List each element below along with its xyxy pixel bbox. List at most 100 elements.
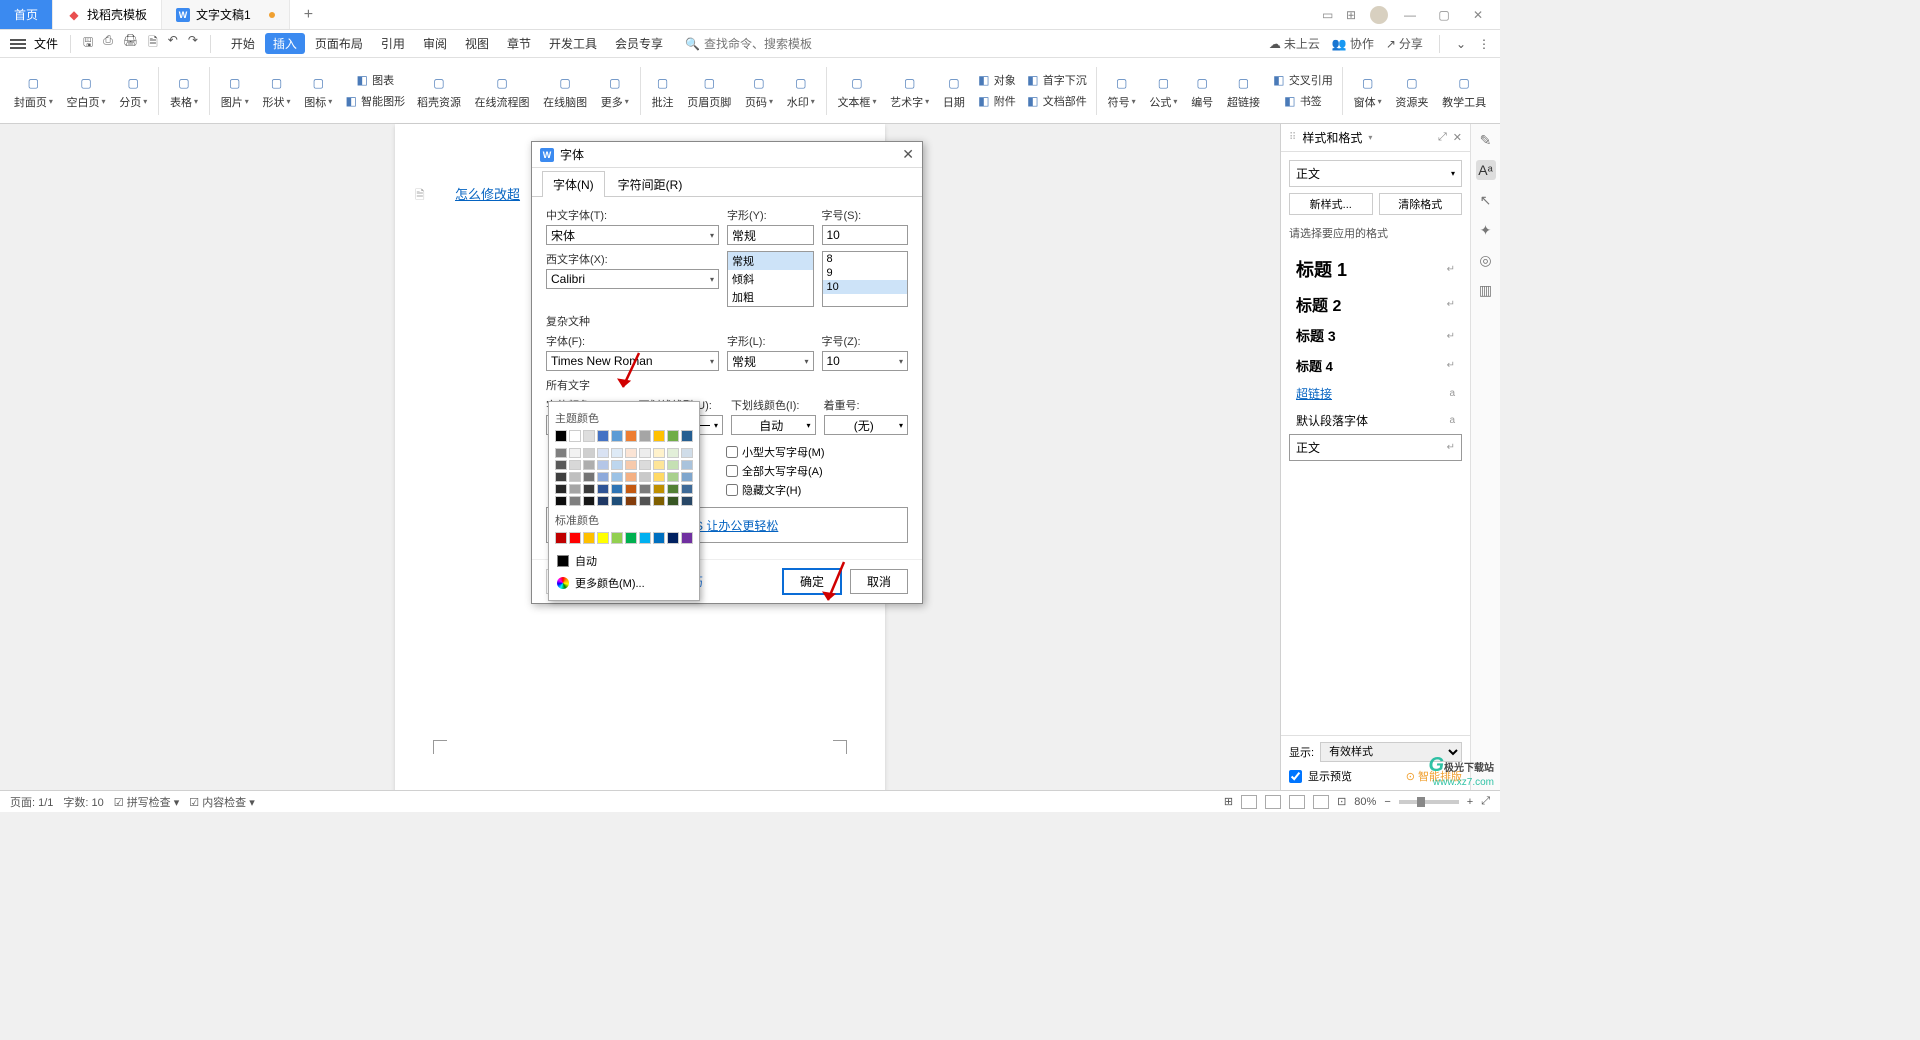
color-swatch[interactable] <box>625 430 637 442</box>
fullscreen-icon[interactable]: ⤢ <box>1481 795 1490 808</box>
color-swatch[interactable] <box>667 532 679 544</box>
cloud-status[interactable]: ☁ 未上云 <box>1269 35 1320 52</box>
style-entry[interactable]: 标题 4↵ <box>1289 351 1462 380</box>
hidden-checkbox[interactable] <box>726 484 738 496</box>
color-swatch[interactable] <box>583 448 595 458</box>
ribbon-tab-0[interactable]: 开始 <box>223 33 263 54</box>
undo-icon[interactable]: ↶ <box>168 33 178 54</box>
color-swatch[interactable] <box>597 460 609 470</box>
auto-color-option[interactable]: 自动 <box>555 550 693 572</box>
color-swatch[interactable] <box>681 484 693 494</box>
ribbon-资源夹[interactable]: ▢资源夹 <box>1390 70 1435 112</box>
color-swatch[interactable] <box>681 460 693 470</box>
ribbon-tab-8[interactable]: 会员专享 <box>607 33 671 54</box>
color-swatch[interactable] <box>667 448 679 458</box>
ribbon-窗体[interactable]: ▢窗体▾ <box>1348 70 1388 112</box>
cn-font-combo[interactable]: 宋体▾ <box>546 225 719 245</box>
style-listbox[interactable]: 常规倾斜加粗 <box>727 251 814 307</box>
size-input[interactable]: 10 <box>822 225 909 245</box>
home-tab[interactable]: 首页 <box>0 0 53 29</box>
color-swatch[interactable] <box>625 460 637 470</box>
color-swatch[interactable] <box>611 484 623 494</box>
color-swatch[interactable] <box>667 430 679 442</box>
color-swatch[interactable] <box>681 496 693 506</box>
ribbon-文档部件[interactable]: ◧文档部件 <box>1022 91 1091 111</box>
color-swatch[interactable] <box>625 496 637 506</box>
char-spacing-tab[interactable]: 字符间距(R) <box>607 171 694 197</box>
color-swatch[interactable] <box>569 460 581 470</box>
redo-icon[interactable]: ↷ <box>188 33 198 54</box>
color-swatch[interactable] <box>667 484 679 494</box>
color-swatch[interactable] <box>569 532 581 544</box>
tool-shape-icon[interactable]: ✦ <box>1476 220 1496 240</box>
color-swatch[interactable] <box>639 430 651 442</box>
style-entry[interactable]: 标题 2↵ <box>1289 287 1462 321</box>
size-option[interactable]: 9 <box>823 266 908 280</box>
ribbon-对象[interactable]: ◧对象 <box>973 70 1020 90</box>
word-count[interactable]: 字数: 10 <box>63 794 103 810</box>
ribbon-超链接[interactable]: ▢超链接 <box>1221 70 1266 112</box>
user-avatar-icon[interactable] <box>1370 6 1388 24</box>
color-swatch[interactable] <box>611 448 623 458</box>
color-swatch[interactable] <box>681 430 693 442</box>
close-panel-icon[interactable]: ✕ <box>1453 131 1462 144</box>
color-swatch[interactable] <box>653 448 665 458</box>
color-swatch[interactable] <box>569 496 581 506</box>
view-mode-3[interactable] <box>1289 795 1305 809</box>
color-swatch[interactable] <box>611 472 623 482</box>
color-swatch[interactable] <box>625 532 637 544</box>
style-entry[interactable]: 默认段落字体a <box>1289 407 1462 434</box>
ribbon-符号[interactable]: ▢符号▾ <box>1102 70 1142 112</box>
color-swatch[interactable] <box>555 484 567 494</box>
color-swatch[interactable] <box>597 532 609 544</box>
ribbon-文本框[interactable]: ▢文本框▾ <box>832 70 883 112</box>
color-swatch[interactable] <box>555 496 567 506</box>
emphasis-dropdown[interactable]: (无)▾ <box>824 415 909 435</box>
color-swatch[interactable] <box>625 448 637 458</box>
style-option[interactable]: 加粗 <box>728 288 813 306</box>
tool-select-icon[interactable]: ↖ <box>1476 190 1496 210</box>
current-style-display[interactable]: 正文▾ <box>1289 160 1462 187</box>
view-mode-2[interactable] <box>1265 795 1281 809</box>
color-swatch[interactable] <box>681 472 693 482</box>
show-preview-checkbox[interactable] <box>1289 770 1302 783</box>
ribbon-更多[interactable]: ▢更多▾ <box>595 70 635 112</box>
style-entry[interactable]: 超链接a <box>1289 380 1462 407</box>
document-tab[interactable]: W 文字文稿1 <box>162 0 290 29</box>
hamburger-menu-icon[interactable] <box>10 39 26 49</box>
color-swatch[interactable] <box>667 496 679 506</box>
ribbon-图片[interactable]: ▢图片▾ <box>215 70 255 112</box>
ribbon-tab-6[interactable]: 章节 <box>499 33 539 54</box>
west-font-combo[interactable]: Calibri▾ <box>546 269 719 289</box>
layout-switch-icon[interactable]: ▭ <box>1322 8 1336 22</box>
share-button[interactable]: ↗ 分享 <box>1386 35 1423 52</box>
tool-palette-icon[interactable]: ✎ <box>1476 130 1496 150</box>
color-swatch[interactable] <box>681 448 693 458</box>
new-tab-button[interactable]: + <box>290 0 327 29</box>
color-swatch[interactable] <box>625 484 637 494</box>
style-entry[interactable]: 正文↵ <box>1289 434 1462 461</box>
color-swatch[interactable] <box>681 532 693 544</box>
size-option[interactable]: 8 <box>823 252 908 266</box>
chevron-down-icon[interactable]: ⌄ <box>1456 37 1466 51</box>
ribbon-编号[interactable]: ▢编号 <box>1185 70 1219 112</box>
minimize-button[interactable]: — <box>1398 5 1422 25</box>
ribbon-书签[interactable]: ◧书签 <box>1268 91 1337 111</box>
color-swatch[interactable] <box>611 460 623 470</box>
color-swatch[interactable] <box>555 472 567 482</box>
ribbon-图表[interactable]: ◧图表 <box>340 70 409 90</box>
color-swatch[interactable] <box>597 484 609 494</box>
close-window-button[interactable]: ✕ <box>1466 5 1490 25</box>
ribbon-分页[interactable]: ▢分页▾ <box>113 70 153 112</box>
color-swatch[interactable] <box>569 430 581 442</box>
color-swatch[interactable] <box>611 496 623 506</box>
more-colors-option[interactable]: 更多颜色(M)... <box>555 572 693 594</box>
color-swatch[interactable] <box>583 532 595 544</box>
print-preview-icon[interactable]: ⎙ <box>103 33 113 54</box>
print-icon[interactable]: 🖨 <box>123 33 138 54</box>
color-swatch[interactable] <box>639 448 651 458</box>
zoom-in-button[interactable]: + <box>1467 796 1473 808</box>
size-option[interactable]: 10 <box>823 280 908 294</box>
ribbon-tab-1[interactable]: 插入 <box>265 33 305 54</box>
ribbon-公式[interactable]: ▢公式▾ <box>1144 70 1184 112</box>
